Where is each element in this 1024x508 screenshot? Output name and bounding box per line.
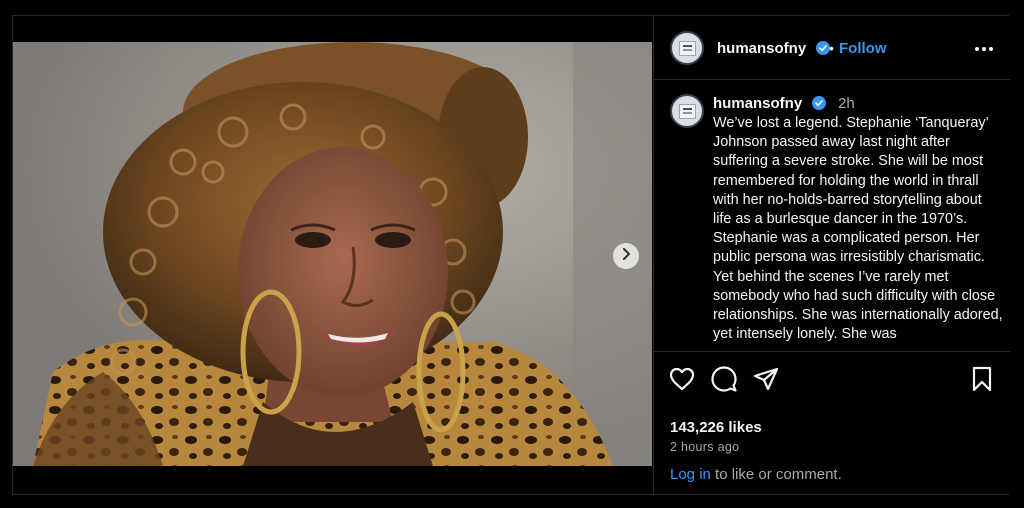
separator-dot: • (829, 40, 834, 56)
verified-badge-icon (815, 41, 830, 60)
post-timestamp: 2h (838, 95, 855, 112)
login-prompt: Log in to like or comment. (654, 466, 1010, 494)
more-options-button[interactable] (971, 38, 997, 56)
caption-avatar[interactable] (670, 94, 704, 128)
comment-button[interactable] (710, 365, 738, 397)
post-age: 2 hours ago (670, 440, 740, 454)
caption-section: humansofny 2h We’ve lost a legend. Steph… (654, 81, 1010, 351)
header-username-row: humansofny (717, 40, 830, 60)
bookmark-icon (971, 366, 993, 397)
post-media (13, 16, 652, 494)
heart-icon (669, 367, 695, 396)
share-icon (753, 367, 779, 396)
login-row: Log in to like or comment. (670, 466, 842, 483)
header-username[interactable]: humansofny (717, 40, 806, 57)
comment-icon (711, 365, 737, 397)
share-button[interactable] (752, 367, 780, 395)
post-photo (13, 42, 652, 466)
caption-text: We’ve lost a legend. Stephanie ‘Tanquera… (713, 115, 1003, 343)
login-link[interactable]: Log in (670, 466, 711, 483)
chevron-right-icon (621, 247, 631, 265)
post-card: humansofny • Follow humansofny 2h We’ve … (12, 15, 1010, 495)
follow-button[interactable]: Follow (839, 40, 887, 57)
likes-count[interactable]: 143,226 likes (670, 419, 762, 436)
caption-username[interactable]: humansofny (713, 95, 802, 112)
save-button[interactable] (968, 366, 996, 397)
caption-header: humansofny 2h (713, 95, 855, 115)
post-header: humansofny • Follow (654, 16, 1010, 80)
portrait-illustration (13, 42, 652, 466)
verified-badge-icon (811, 96, 826, 115)
next-photo-button[interactable] (613, 243, 639, 269)
avatar[interactable] (670, 31, 704, 65)
login-suffix: to like or comment. (710, 466, 842, 483)
post-side-panel: humansofny • Follow humansofny 2h We’ve … (653, 16, 1010, 494)
like-button[interactable] (668, 367, 696, 395)
actions-section: 143,226 likes 2 hours ago (654, 351, 1010, 466)
more-options-icon (975, 38, 993, 56)
